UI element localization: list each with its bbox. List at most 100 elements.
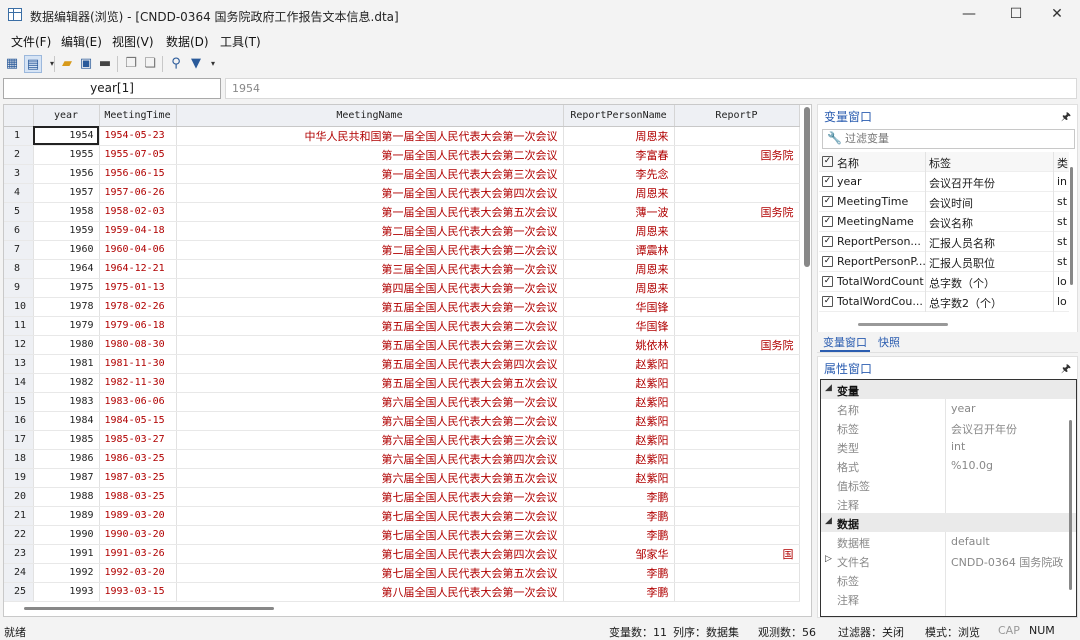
meetingtime-cell[interactable]: 1955-07-05: [99, 145, 177, 165]
property-row[interactable]: 数据框 default: [821, 532, 1076, 551]
filter-variables-box[interactable]: 🔧: [822, 129, 1075, 149]
variable-checkbox[interactable]: ✓: [822, 196, 833, 207]
meetingtime-cell[interactable]: 1964-12-21: [99, 259, 177, 279]
reportpersonname-cell[interactable]: 姚依林: [563, 335, 675, 355]
year-cell[interactable]: 1990: [33, 525, 100, 545]
year-column-header[interactable]: year: [33, 105, 100, 127]
reportp-cell[interactable]: [674, 183, 800, 203]
meetingtime-cell[interactable]: 1958-02-03: [99, 202, 177, 222]
property-row[interactable]: 注释: [821, 589, 1076, 608]
reportpersonname-cell[interactable]: 周恩来: [563, 183, 675, 203]
variables-hscrollbar[interactable]: [858, 323, 948, 326]
year-cell[interactable]: 1986: [33, 449, 100, 469]
meetingtime-cell[interactable]: 1979-06-18: [99, 316, 177, 336]
row-number[interactable]: 6: [4, 221, 34, 241]
name-column-header[interactable]: 名称: [837, 155, 925, 171]
variable-checkbox[interactable]: ✓: [822, 236, 833, 247]
reportp-cell[interactable]: [674, 354, 800, 374]
row-number[interactable]: 23: [4, 544, 34, 564]
menu-tools[interactable]: 工具(T): [220, 33, 261, 50]
meetingname-cell[interactable]: 第五届全国人民代表大会第二次会议: [176, 316, 564, 336]
reportpersonname-column-header[interactable]: ReportPersonName: [563, 105, 675, 127]
reportpersonname-cell[interactable]: 李先念: [563, 164, 675, 184]
meetingname-cell[interactable]: 第六届全国人民代表大会第四次会议: [176, 449, 564, 469]
row-number[interactable]: 21: [4, 506, 34, 526]
reportp-cell[interactable]: [674, 563, 800, 583]
year-cell[interactable]: 1955: [33, 145, 100, 165]
row-number[interactable]: 3: [4, 164, 34, 184]
meetingtime-cell[interactable]: 1988-03-25: [99, 487, 177, 507]
property-section[interactable]: ◢ 变量: [821, 380, 1076, 399]
expand-icon[interactable]: ▷: [825, 554, 832, 564]
reportp-cell[interactable]: [674, 392, 800, 412]
reportp-cell[interactable]: [674, 468, 800, 488]
meetingname-cell[interactable]: 第七届全国人民代表大会第三次会议: [176, 525, 564, 545]
reportpersonname-cell[interactable]: 赵紫阳: [563, 392, 675, 412]
meetingtime-cell[interactable]: 1992-03-20: [99, 563, 177, 583]
row-number-header[interactable]: [4, 105, 34, 127]
reportp-cell[interactable]: [674, 582, 800, 602]
row-number[interactable]: 15: [4, 392, 34, 412]
meetingname-cell[interactable]: 第八届全国人民代表大会第一次会议: [176, 582, 564, 602]
meetingname-cell[interactable]: 第一届全国人民代表大会第四次会议: [176, 183, 564, 203]
meetingname-cell[interactable]: 第二届全国人民代表大会第二次会议: [176, 240, 564, 260]
meetingname-cell[interactable]: 第六届全国人民代表大会第一次会议: [176, 392, 564, 412]
meetingtime-cell[interactable]: 1986-03-25: [99, 449, 177, 469]
grid-icon[interactable]: ▦: [3, 55, 21, 73]
reportp-cell[interactable]: 国: [674, 544, 800, 564]
year-cell[interactable]: 1954: [33, 126, 100, 146]
variable-row[interactable]: ✓ MeetingName 会议名称 st: [819, 212, 1069, 232]
data-grid[interactable]: year MeetingTime MeetingName ReportPersonNa…: [3, 104, 812, 617]
meetingtime-cell[interactable]: 1980-08-30: [99, 335, 177, 355]
property-row[interactable]: 类型 int: [821, 437, 1076, 456]
row-number[interactable]: 1: [4, 126, 34, 146]
menu-view[interactable]: 视图(V): [112, 33, 154, 50]
row-number[interactable]: 10: [4, 297, 34, 317]
meetingtime-cell[interactable]: 1989-03-20: [99, 506, 177, 526]
collapse-icon[interactable]: ◢: [825, 383, 832, 393]
year-cell[interactable]: 1983: [33, 392, 100, 412]
property-row[interactable]: 值标签: [821, 475, 1076, 494]
copy-icon[interactable]: ❐: [122, 55, 140, 73]
variable-checkbox[interactable]: ✓: [822, 256, 833, 267]
meetingname-cell[interactable]: 第五届全国人民代表大会第三次会议: [176, 335, 564, 355]
print-icon[interactable]: ▬: [96, 55, 114, 73]
row-number[interactable]: 24: [4, 563, 34, 583]
variable-checkbox[interactable]: ✓: [822, 176, 833, 187]
property-row[interactable]: 名称 year: [821, 399, 1076, 418]
reportpersonname-cell[interactable]: 李富春: [563, 145, 675, 165]
meetingname-cell[interactable]: 第三届全国人民代表大会第一次会议: [176, 259, 564, 279]
meetingtime-cell[interactable]: 1983-06-06: [99, 392, 177, 412]
meetingname-column-header[interactable]: MeetingName: [176, 105, 564, 127]
meetingname-cell[interactable]: 第六届全国人民代表大会第三次会议: [176, 430, 564, 450]
variable-row[interactable]: ✓ MeetingTime 会议时间 st: [819, 192, 1069, 212]
meetingtime-cell[interactable]: 1987-03-25: [99, 468, 177, 488]
paste-icon[interactable]: ❏: [141, 55, 159, 73]
row-number[interactable]: 14: [4, 373, 34, 393]
year-cell[interactable]: 1981: [33, 354, 100, 374]
year-cell[interactable]: 1959: [33, 221, 100, 241]
filter-variables-input[interactable]: [845, 132, 1065, 145]
reportpersonname-cell[interactable]: 周恩来: [563, 259, 675, 279]
meetingtime-cell[interactable]: 1991-03-26: [99, 544, 177, 564]
meetingname-cell[interactable]: 第五届全国人民代表大会第一次会议: [176, 297, 564, 317]
meetingtime-column-header[interactable]: MeetingTime: [99, 105, 177, 127]
reportp-cell[interactable]: 国务院: [674, 145, 800, 165]
property-row[interactable]: 标签 会议召开年份: [821, 418, 1076, 437]
reportp-cell[interactable]: [674, 487, 800, 507]
variable-row[interactable]: ✓ ReportPerson... 汇报人员名称 st: [819, 232, 1069, 252]
filter-icon[interactable]: ▼: [187, 55, 205, 73]
reportpersonname-cell[interactable]: 赵紫阳: [563, 449, 675, 469]
meetingtime-cell[interactable]: 1984-05-15: [99, 411, 177, 431]
variable-row[interactable]: ✓ TotalWordCount 总字数（个） lo: [819, 272, 1069, 292]
meetingtime-cell[interactable]: 1957-06-26: [99, 183, 177, 203]
reportpersonname-cell[interactable]: 周恩来: [563, 278, 675, 298]
open-folder-icon[interactable]: ▰: [58, 55, 76, 73]
collapse-icon[interactable]: ◢: [825, 516, 832, 526]
variable-checkbox[interactable]: ✓: [822, 216, 833, 227]
variable-row[interactable]: ✓ year 会议召开年份 in: [819, 172, 1069, 192]
reportp-cell[interactable]: [674, 430, 800, 450]
row-number[interactable]: 19: [4, 468, 34, 488]
menu-file[interactable]: 文件(F): [11, 33, 51, 50]
reportpersonname-cell[interactable]: 赵紫阳: [563, 411, 675, 431]
